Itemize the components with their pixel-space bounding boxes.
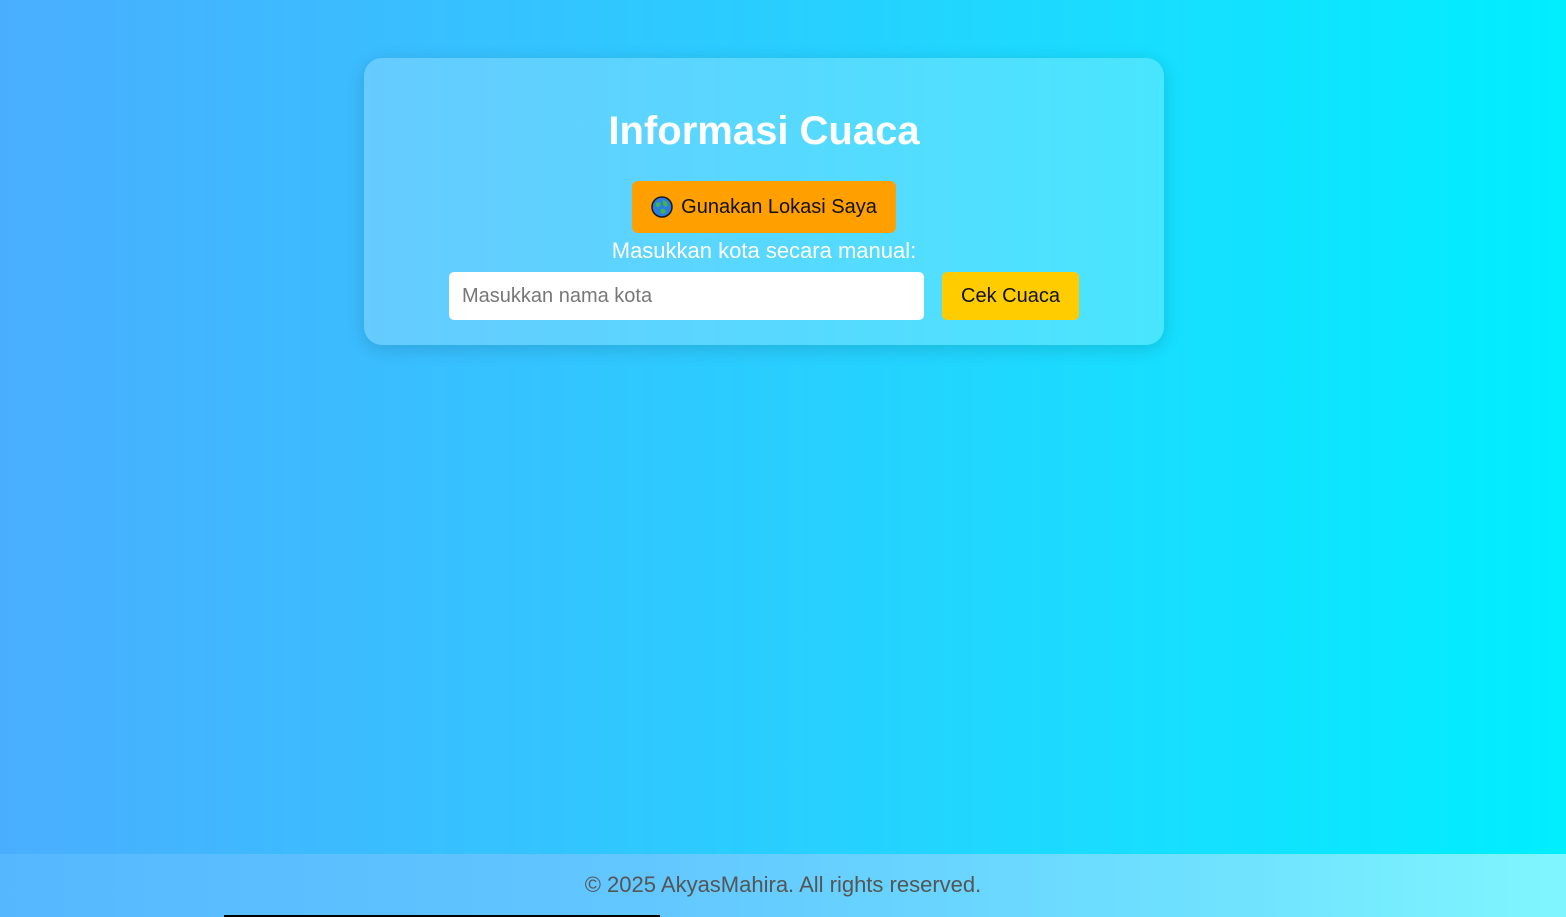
globe-icon bbox=[651, 196, 673, 218]
copyright-text: © 2025 AkyasMahira. All rights reserved. bbox=[584, 872, 982, 897]
manual-city-label: Masukkan kota secara manual: bbox=[611, 238, 917, 263]
use-my-location-label: Gunakan Lokasi Saya bbox=[681, 195, 877, 218]
page-title: Informasi Cuaca bbox=[608, 109, 920, 153]
use-my-location-button[interactable]: Gunakan Lokasi Saya bbox=[632, 181, 896, 233]
city-input[interactable] bbox=[449, 272, 924, 320]
footer: © 2025 AkyasMahira. All rights reserved. bbox=[0, 854, 1566, 917]
weather-card: Informasi Cuaca Gunakan Lokasi Saya Masu… bbox=[364, 58, 1164, 345]
check-weather-button[interactable]: Cek Cuaca bbox=[942, 272, 1079, 320]
